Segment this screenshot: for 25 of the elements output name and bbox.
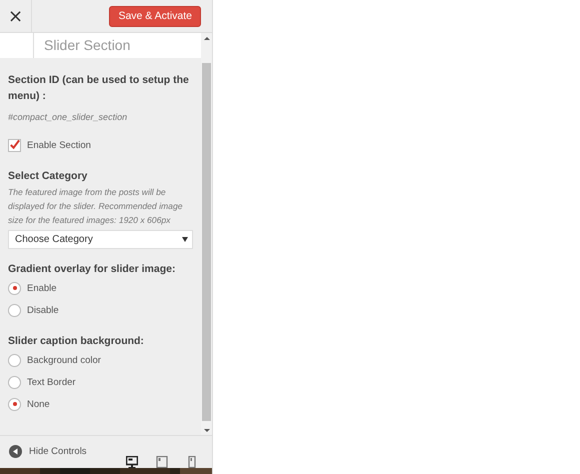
dropdown-arrow-icon — [182, 237, 188, 242]
radio-button[interactable] — [8, 304, 21, 316]
radio-button[interactable] — [8, 354, 21, 366]
field-label: Select Category — [8, 169, 88, 184]
save-activate-button[interactable]: Save & Activate — [109, 6, 201, 26]
radio-button[interactable] — [8, 398, 21, 410]
field-label: Slider caption background: — [8, 334, 145, 349]
section-title: Slider Section — [43, 36, 132, 55]
radio-button[interactable] — [8, 282, 21, 294]
radio-button[interactable] — [8, 376, 21, 388]
radio-label: None — [27, 398, 50, 410]
collapse-icon — [9, 444, 22, 458]
hide-controls-link[interactable]: Hide Controls — [9, 444, 87, 458]
radio-label: Text Border — [27, 376, 76, 388]
radio-label: Enable — [27, 282, 57, 294]
radio-label: Background color — [27, 354, 101, 366]
checkbox[interactable] — [8, 138, 21, 152]
close-button[interactable]: × — [0, 0, 32, 32]
field-value: #compact_one_slider_section — [8, 112, 128, 122]
checkbox-label: Enable Section — [27, 140, 91, 150]
field-label: Gradient overlay for slider image: — [8, 262, 176, 277]
field-description: The featured image from the posts will be displayed for the slider. Recommended image size for the featured images: 1920 x 606px — [8, 186, 184, 227]
category-dropdown[interactable]: Choose Category — [8, 230, 193, 249]
radio-label: Disable — [27, 304, 59, 316]
field-label: Section ID (can be used to setup the menu) : — [8, 73, 190, 104]
